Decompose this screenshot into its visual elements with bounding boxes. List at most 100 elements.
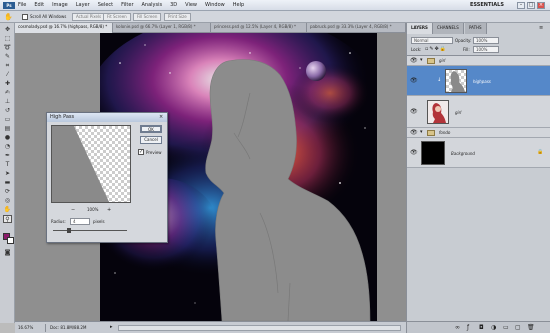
folder-icon xyxy=(427,130,435,136)
menu-help[interactable]: Help xyxy=(233,2,244,10)
menu-image[interactable]: Image xyxy=(52,2,68,10)
layer-thumbnail xyxy=(445,69,467,93)
3d-rotate-icon[interactable]: ⟳ xyxy=(3,188,12,196)
filter-preview-window[interactable] xyxy=(51,125,131,203)
crop-tool-icon[interactable]: ⌗ xyxy=(3,62,12,70)
menu-3d[interactable]: 3D xyxy=(170,2,177,10)
layer-style-icon[interactable]: ƒ xyxy=(467,324,469,331)
workspace-switcher[interactable]: ESSENTIALS xyxy=(470,2,504,8)
zoom-in-button[interactable]: + xyxy=(107,207,111,213)
zoom-tool-icon[interactable]: ⚲ xyxy=(3,215,12,223)
path-select-icon[interactable]: ➤ xyxy=(3,170,12,178)
layer-name: Background xyxy=(451,151,475,156)
quick-mask-icon[interactable]: ◙ xyxy=(3,249,12,257)
group-arrow-icon[interactable]: ▾ xyxy=(420,57,423,63)
group-arrow-icon[interactable]: ▾ xyxy=(420,129,423,135)
gradient-tool-icon[interactable]: ▤ xyxy=(3,125,12,133)
options-bar: ✋ Scroll All Windows Actual Pixels Fit S… xyxy=(0,11,550,23)
adjustment-layer-icon[interactable]: ◑ xyxy=(491,324,496,331)
layer-mask-icon[interactable]: ◘ xyxy=(479,324,484,331)
delete-layer-icon[interactable]: 🗑 xyxy=(527,324,535,331)
link-layers-icon[interactable]: ∞ xyxy=(455,324,460,331)
marquee-tool-icon[interactable]: ⬚ xyxy=(3,35,12,43)
tab-layers[interactable]: LAYERS xyxy=(407,23,433,34)
minimize-button[interactable]: – xyxy=(517,2,525,9)
panel-menu-icon[interactable]: ≡ xyxy=(539,25,543,31)
lasso-tool-icon[interactable]: ➰ xyxy=(3,44,12,52)
menu-layer[interactable]: Layer xyxy=(76,2,90,10)
stamp-tool-icon[interactable]: ⊥ xyxy=(3,98,12,106)
status-divider xyxy=(45,324,46,332)
3d-orbit-icon[interactable]: ◎ xyxy=(3,197,12,205)
actual-pixels-button[interactable]: Actual Pixels xyxy=(72,13,106,21)
menu-file[interactable]: File xyxy=(18,2,26,10)
new-layer-icon[interactable]: ▢ xyxy=(515,324,521,331)
preview-image xyxy=(52,126,110,202)
menu-edit[interactable]: Edit xyxy=(34,2,44,10)
fit-screen-button[interactable]: Fit Screen xyxy=(103,13,131,21)
shape-tool-icon[interactable]: ▬ xyxy=(3,179,12,187)
ok-button[interactable]: OK xyxy=(140,125,162,133)
tab-kolonie[interactable]: kolonie.psd @ 66.7% (Layer 1, RGB/8) * xyxy=(113,23,211,33)
fill-input[interactable]: 100% xyxy=(473,46,499,53)
layer-thumbnail xyxy=(427,100,449,124)
lock-icons[interactable]: ▫✎✥🔒 xyxy=(425,46,447,52)
blend-mode-select[interactable]: Normal xyxy=(411,37,453,44)
print-size-button[interactable]: Print Size xyxy=(164,13,191,21)
radius-slider-handle[interactable] xyxy=(67,228,71,233)
close-button[interactable]: × xyxy=(537,2,545,9)
type-tool-icon[interactable]: T xyxy=(3,161,12,169)
menu-filter[interactable]: Filter xyxy=(121,2,133,10)
layer-name: girl xyxy=(455,110,462,115)
menu-select[interactable]: Select xyxy=(98,2,113,10)
fill-screen-button[interactable]: Fill Screen xyxy=(133,13,162,21)
status-arrow-icon[interactable]: ▸ xyxy=(110,324,113,330)
cancel-button[interactable]: Cancel xyxy=(140,136,162,144)
layer-girl[interactable]: 👁 girl xyxy=(407,96,550,128)
dodge-tool-icon[interactable]: ◔ xyxy=(3,143,12,151)
fill-label: Fill: xyxy=(463,47,470,52)
document-tabs: cosmolady.psd @ 16.7% (highpass, RGB/8) … xyxy=(15,23,406,33)
radius-slider-track[interactable] xyxy=(53,230,127,231)
girl-thumb-image xyxy=(432,103,446,123)
menu-view[interactable]: View xyxy=(185,2,197,10)
move-tool-icon[interactable]: ✥ xyxy=(3,26,12,34)
blur-tool-icon[interactable]: ● xyxy=(3,134,12,142)
visibility-eye-icon[interactable]: 👁 xyxy=(410,77,418,84)
tab-paths[interactable]: PATHS xyxy=(465,23,487,34)
brush-tool-icon[interactable]: ✍ xyxy=(3,89,12,97)
visibility-eye-icon[interactable]: 👁 xyxy=(410,149,418,156)
pen-tool-icon[interactable]: ✒ xyxy=(3,152,12,160)
eyedropper-tool-icon[interactable]: ⁄ xyxy=(3,71,12,79)
layer-group-girl[interactable]: 👁 ▾ girl xyxy=(407,56,550,66)
zoom-level[interactable]: 16.67% xyxy=(18,325,33,330)
horizontal-scrollbar[interactable] xyxy=(118,325,401,331)
eraser-tool-icon[interactable]: ▭ xyxy=(3,116,12,124)
layer-background[interactable]: 👁 Background 🔒 xyxy=(407,138,550,168)
visibility-eye-icon[interactable]: 👁 xyxy=(410,129,418,136)
layer-highpass[interactable]: 👁 ↓ highpass xyxy=(407,66,550,96)
tab-princess[interactable]: princess.psd @ 12.5% (Layer 4, RGB/8) * xyxy=(211,23,307,33)
tab-channels[interactable]: CHANNELS xyxy=(433,23,464,34)
visibility-eye-icon[interactable]: 👁 xyxy=(410,57,418,64)
hand-tool-button-icon[interactable]: ✋ xyxy=(3,206,12,214)
new-group-icon[interactable]: ▭ xyxy=(503,324,509,331)
menu-window[interactable]: Window xyxy=(205,2,225,10)
preview-checkbox[interactable]: ✓ xyxy=(138,149,144,155)
tab-pabruck[interactable]: pabruck.psd @ 33.3% (Layer 4, RGB/8) * xyxy=(307,23,406,33)
maximize-button[interactable]: □ xyxy=(527,2,535,9)
healing-tool-icon[interactable]: ✚ xyxy=(3,80,12,88)
history-brush-icon[interactable]: ↺ xyxy=(3,107,12,115)
radius-input[interactable]: 4 xyxy=(70,218,90,225)
layer-group-fondo[interactable]: 👁 ▾ fondo xyxy=(407,128,550,138)
quick-select-icon[interactable]: ✎ xyxy=(3,53,12,61)
visibility-eye-icon[interactable]: 👁 xyxy=(410,108,418,115)
background-color-swatch[interactable] xyxy=(7,237,14,244)
dialog-close-icon[interactable]: × xyxy=(159,114,163,120)
opacity-label: Opacity: xyxy=(455,38,472,43)
opacity-input[interactable]: 100% xyxy=(473,37,499,44)
zoom-out-button[interactable]: − xyxy=(71,207,75,213)
menu-analysis[interactable]: Analysis xyxy=(142,2,163,10)
tab-cosmolady[interactable]: cosmolady.psd @ 16.7% (highpass, RGB/8) … xyxy=(15,23,113,33)
scroll-all-checkbox[interactable] xyxy=(22,14,28,20)
